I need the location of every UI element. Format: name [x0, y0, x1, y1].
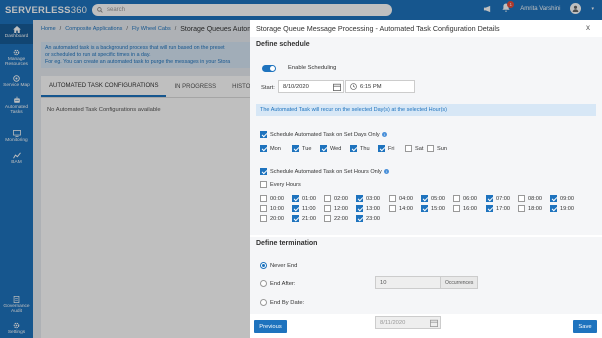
day-checkbox-thu[interactable]: Thu: [350, 145, 370, 152]
every-hours-checkbox[interactable]: Every Hours: [260, 181, 301, 188]
close-icon[interactable]: x: [586, 23, 590, 32]
enable-scheduling-toggle[interactable]: [262, 65, 276, 72]
hour-checkbox-0900[interactable]: 09:00: [550, 195, 574, 202]
hour-checkbox-2300[interactable]: 23:00: [356, 215, 380, 222]
set-days-checkbox[interactable]: Schedule Automated Task on Set Days Only…: [260, 131, 387, 138]
never-end-radio[interactable]: Never End: [260, 262, 297, 269]
end-by-date-field[interactable]: 8/11/2020: [375, 316, 441, 329]
day-checkbox-tue[interactable]: Tue: [292, 145, 311, 152]
hour-checkbox-1900[interactable]: 19:00: [550, 205, 574, 212]
clock-icon: [350, 83, 357, 90]
start-date-field[interactable]: 8/10/2020: [278, 80, 344, 93]
day-checkbox-fri[interactable]: Fri: [378, 145, 395, 152]
hour-checkbox-0300[interactable]: 03:00: [356, 195, 380, 202]
previous-button[interactable]: Previous: [254, 320, 287, 333]
day-checkbox-wed[interactable]: Wed: [320, 145, 341, 152]
calendar-icon[interactable]: [430, 319, 438, 327]
hour-checkbox-0200[interactable]: 02:00: [324, 195, 348, 202]
enable-scheduling-label: Enable Scheduling: [288, 65, 337, 71]
day-checkbox-sun[interactable]: Sun: [427, 145, 447, 152]
recurrence-note: The Automated Task will recur on the sel…: [256, 104, 596, 116]
hour-checkbox-2000[interactable]: 20:00: [260, 215, 284, 222]
termination-section: Define termination Never End End After: …: [250, 237, 602, 329]
start-label: Start:: [261, 85, 275, 91]
hour-checkbox-1300[interactable]: 13:00: [356, 205, 380, 212]
schedule-section: Define schedule Enable Scheduling Start:…: [250, 37, 602, 235]
hour-checkbox-1600[interactable]: 16:00: [453, 205, 477, 212]
hour-checkbox-0700[interactable]: 07:00: [486, 195, 510, 202]
calendar-icon[interactable]: [333, 83, 341, 91]
hour-checkbox-1000[interactable]: 10:00: [260, 205, 284, 212]
config-modal: Storage Queue Message Processing - Autom…: [250, 20, 602, 338]
info-icon: i: [383, 169, 389, 174]
hour-checkbox-0800[interactable]: 08:00: [518, 195, 542, 202]
occurrences-addon: Occurrences: [440, 276, 479, 289]
hour-checkbox-1800[interactable]: 18:00: [518, 205, 542, 212]
start-time-field[interactable]: 6:15 PM: [345, 80, 415, 93]
end-by-date-radio[interactable]: End By Date:: [260, 299, 304, 306]
hour-checkbox-0500[interactable]: 05:00: [421, 195, 445, 202]
termination-title: Define termination: [256, 240, 318, 247]
hour-checkbox-0600[interactable]: 06:00: [453, 195, 477, 202]
set-hours-checkbox[interactable]: Schedule Automated Task on Set Hours Onl…: [260, 168, 389, 175]
day-checkbox-sat[interactable]: Sat: [405, 145, 423, 152]
hour-checkbox-0400[interactable]: 04:00: [389, 195, 413, 202]
info-icon: i: [381, 132, 387, 137]
end-after-radio[interactable]: End After:: [260, 280, 295, 287]
end-after-field[interactable]: 10: [375, 276, 447, 289]
hour-checkbox-1100[interactable]: 11:00: [292, 205, 316, 212]
hour-checkbox-2100[interactable]: 21:00: [292, 215, 316, 222]
modal-title: Storage Queue Message Processing - Autom…: [256, 24, 500, 33]
save-button[interactable]: Save: [573, 320, 597, 333]
day-checkbox-mon[interactable]: Mon: [260, 145, 281, 152]
hour-checkbox-1700[interactable]: 17:00: [486, 205, 510, 212]
hour-checkbox-1400[interactable]: 14:00: [389, 205, 413, 212]
hour-checkbox-0100[interactable]: 01:00: [292, 195, 316, 202]
hour-checkbox-1200[interactable]: 12:00: [324, 205, 348, 212]
hour-checkbox-2200[interactable]: 22:00: [324, 215, 348, 222]
hour-checkbox-0000[interactable]: 00:00: [260, 195, 284, 202]
schedule-title: Define schedule: [256, 41, 310, 48]
hour-checkbox-1500[interactable]: 15:00: [421, 205, 445, 212]
